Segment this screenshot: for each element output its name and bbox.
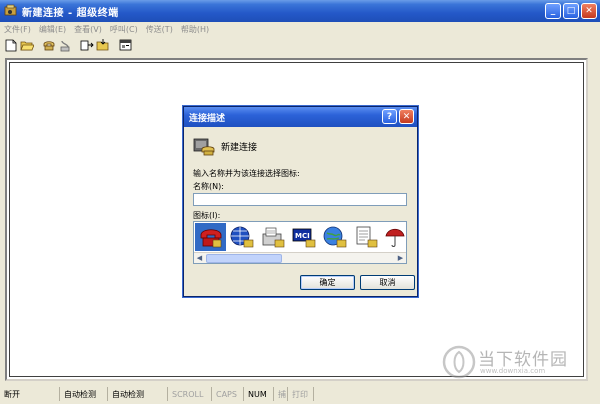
hyperterminal-app-icon bbox=[4, 4, 17, 16]
menu-edit[interactable]: 编辑(E) bbox=[35, 24, 70, 35]
watermark-url: www.downxia.com bbox=[480, 367, 546, 375]
status-caps: CAPS bbox=[212, 387, 244, 401]
minimize-button[interactable]: _ bbox=[545, 3, 561, 19]
icon-label: 图标(I): bbox=[193, 211, 221, 220]
dialog-heading-text: 新建连接 bbox=[221, 142, 258, 153]
ok-button[interactable]: 确定 bbox=[300, 275, 355, 290]
status-num: NUM bbox=[244, 387, 274, 401]
status-scroll: SCROLL bbox=[168, 387, 212, 401]
scroll-right-icon[interactable]: ▶ bbox=[395, 253, 406, 263]
mci-icon-label: MCI bbox=[295, 232, 310, 240]
status-connection: 断开 bbox=[0, 387, 60, 401]
receive-icon[interactable] bbox=[95, 38, 111, 52]
globe-phone-icon[interactable] bbox=[319, 223, 350, 251]
cancel-button[interactable]: 取消 bbox=[360, 275, 415, 290]
menu-help[interactable]: 帮助(H) bbox=[177, 24, 213, 35]
close-button[interactable]: ✕ bbox=[581, 3, 597, 19]
scroll-left-icon[interactable]: ◀ bbox=[194, 253, 205, 263]
dialog-title: 连接描述 bbox=[189, 113, 226, 124]
status-capture: 捕 bbox=[274, 387, 288, 401]
status-bar: 断开 自动检测 自动检测 SCROLL CAPS NUM 捕 打印 bbox=[0, 384, 600, 404]
toolbar bbox=[0, 37, 600, 53]
name-input[interactable] bbox=[193, 193, 407, 206]
watermark-logo-icon bbox=[442, 345, 476, 379]
menu-call[interactable]: 呼叫(C) bbox=[106, 24, 142, 35]
connection-description-dialog: 连接描述 ? ✕ 新建连接 输入名称并为该连接选择图标: 名称(N): 图标(I… bbox=[183, 106, 418, 297]
icon-list[interactable]: MCI ◀ ▶ bbox=[193, 221, 407, 264]
icon-list-scrollbar[interactable]: ◀ ▶ bbox=[194, 252, 406, 263]
properties-icon[interactable] bbox=[117, 38, 133, 52]
dialog-heading: 新建连接 bbox=[192, 135, 257, 157]
status-autodetect-1: 自动检测 bbox=[60, 387, 108, 401]
send-icon[interactable] bbox=[79, 38, 95, 52]
new-connection-icon bbox=[193, 138, 215, 156]
menu-file[interactable]: 文件(F) bbox=[0, 24, 35, 35]
new-icon[interactable] bbox=[3, 38, 19, 52]
dialog-title-bar[interactable]: 连接描述 ? ✕ bbox=[184, 107, 417, 127]
menu-view[interactable]: 查看(V) bbox=[70, 24, 106, 35]
title-bar[interactable]: 新建连接 - 超级终端 _ □ ✕ bbox=[0, 0, 600, 22]
globe-icon[interactable] bbox=[226, 223, 257, 251]
fax-icon[interactable] bbox=[257, 223, 288, 251]
maximize-button[interactable]: □ bbox=[563, 3, 579, 19]
phone-icon[interactable] bbox=[195, 223, 226, 251]
disconnect-icon[interactable] bbox=[57, 38, 73, 52]
menu-bar: 文件(F) 编辑(E) 查看(V) 呼叫(C) 传送(T) 帮助(H) bbox=[0, 22, 600, 36]
watermark: 当下软件园 www.downxia.com bbox=[440, 343, 590, 383]
open-icon[interactable] bbox=[19, 38, 35, 52]
window-title: 新建连接 - 超级终端 bbox=[22, 7, 119, 19]
document-icon[interactable] bbox=[350, 223, 381, 251]
menu-transfer[interactable]: 传送(T) bbox=[142, 24, 177, 35]
umbrella-icon[interactable] bbox=[381, 223, 406, 251]
dialog-prompt: 输入名称并为该连接选择图标: bbox=[193, 169, 300, 178]
status-autodetect-2: 自动检测 bbox=[108, 387, 168, 401]
name-label: 名称(N): bbox=[193, 182, 224, 191]
scroll-thumb[interactable] bbox=[206, 253, 282, 263]
connect-icon[interactable] bbox=[41, 38, 57, 52]
mci-icon[interactable]: MCI bbox=[288, 223, 319, 251]
status-print: 打印 bbox=[288, 387, 314, 401]
dialog-help-button[interactable]: ? bbox=[382, 109, 397, 124]
dialog-close-button[interactable]: ✕ bbox=[399, 109, 414, 124]
